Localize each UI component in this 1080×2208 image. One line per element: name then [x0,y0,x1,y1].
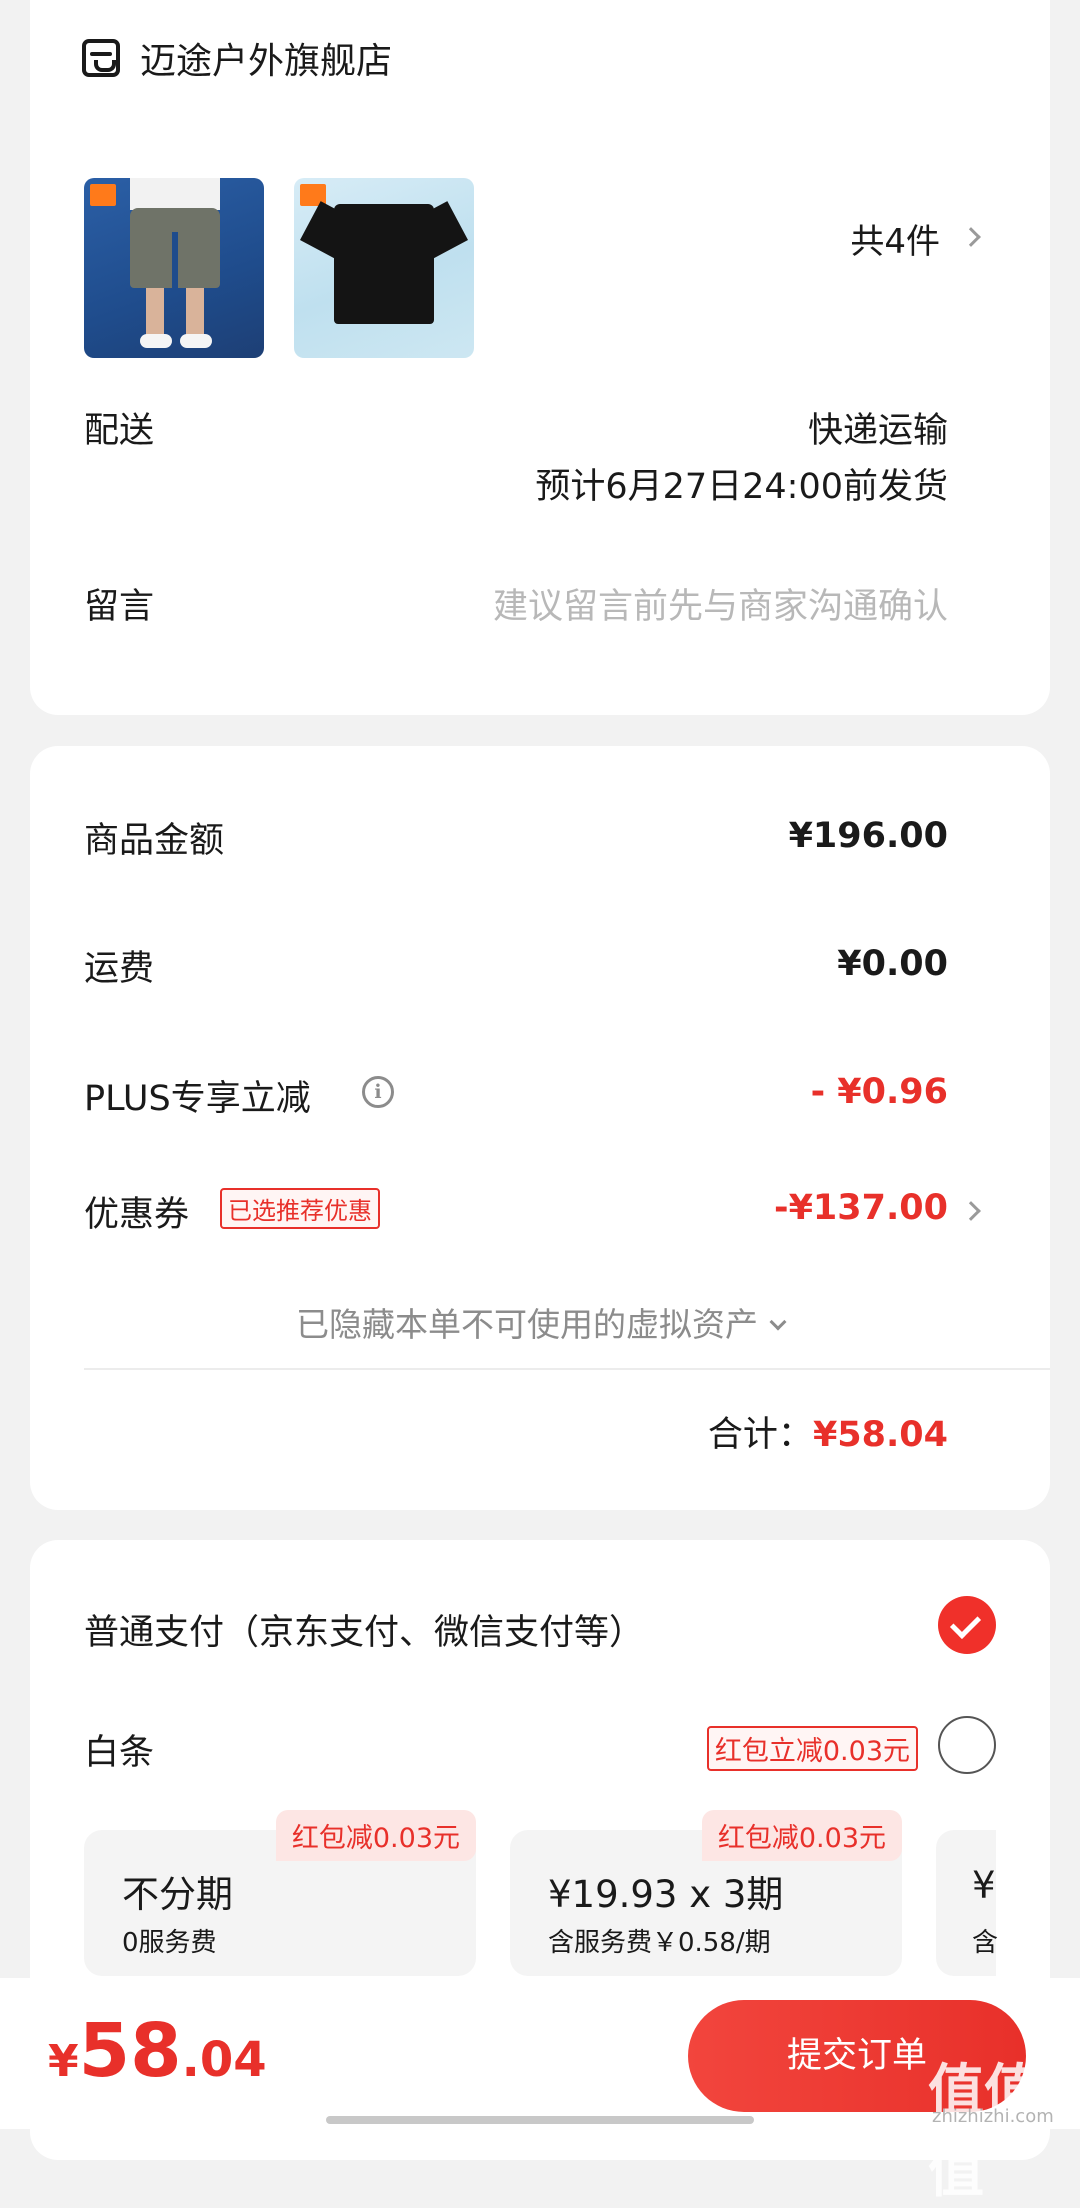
plus-discount-label: PLUS专享立减 [84,1079,311,1119]
brand-logo-icon [90,184,116,206]
bottom-bar: ¥58.04 提交订单 [0,1978,1080,2129]
coupon-value[interactable]: -¥137.00 [774,1188,948,1228]
product-thumbnail-shorts[interactable] [84,178,264,358]
plus-discount-value: - ¥0.96 [810,1072,948,1112]
home-indicator[interactable] [326,2116,754,2124]
delivery-label: 配送 [84,411,155,451]
shipping-label: 运费 [84,949,155,989]
shop-name: 迈途户外旗舰店 [140,41,393,82]
coupon-recommended-badge: 已选推荐优惠 [220,1188,380,1229]
installment-redpacket-badge: 红包减0.03元 [701,1810,902,1861]
installment-fee: 含服务费￥0.58/期 [548,1928,771,1958]
store-icon [82,39,120,77]
installment-title: ¥19.93 x 3期 [548,1873,784,1916]
product-thumbnail-tshirt[interactable] [294,178,474,358]
installment-redpacket-badge: 红包减0.03元 [275,1810,476,1861]
baitiao-payment-radio[interactable] [938,1716,996,1774]
installment-option-none[interactable]: 红包减0.03元 不分期 0服务费 [84,1810,476,1976]
amount-card: 商品金额 ¥196.00 运费 ¥0.00 PLUS专享立减 i - ¥0.96… [30,746,1050,1510]
price-symbol: ¥ [48,2036,79,2087]
message-input[interactable]: 建议留言前先与商家沟通确认 [493,578,948,629]
goods-amount-value: ¥196.00 [788,816,948,856]
product-count[interactable]: 共4件 [850,214,940,263]
price-integer: 58 [78,2008,182,2094]
delivery-eta: 预计6月27日24:00前发货 [535,467,948,507]
total-row: 合计：¥58.04 [708,1406,948,1457]
message-label: 留言 [84,587,155,627]
bottom-total-price: ¥58.04 [48,2008,267,2094]
shop-header[interactable]: 迈途户外旗舰店 [82,32,392,84]
installment-title: ¥ [972,1864,996,1907]
watermark-url: zhizhizhi.com [932,2106,1054,2127]
hidden-assets-toggle[interactable]: 已隐藏本单不可使用的虚拟资产 [30,1298,1050,1346]
installment-title: 不分期 [122,1873,233,1916]
chevron-down-icon [769,1313,787,1331]
installment-option-partial[interactable]: ¥ 含 [936,1830,999,1976]
installment-fee: 含 [972,1928,999,1958]
goods-amount-label: 商品金额 [84,821,225,861]
total-label: 合计： [707,1415,813,1455]
baitiao-redpacket-badge: 红包立减0.03元 [706,1726,918,1771]
coupon-label: 优惠券 [84,1195,190,1235]
shop-card: 迈途户外旗舰店 共4件 配送 快递运输 预计6月27日24:00前发货 留言 建… [30,0,1050,715]
normal-payment-label[interactable]: 普通支付（京东支付、微信支付等） [84,1604,644,1655]
chevron-right-icon[interactable] [961,1201,981,1221]
installment-fee: 0服务费 [122,1928,217,1958]
hidden-assets-text: 已隐藏本单不可使用的虚拟资产 [296,1305,758,1344]
total-value: ¥58.04 [812,1415,948,1455]
baitiao-label[interactable]: 白条 [84,1724,154,1775]
price-decimal: .04 [181,2032,267,2088]
installment-option-3[interactable]: 红包减0.03元 ¥19.93 x 3期 含服务费￥0.58/期 [510,1810,902,1976]
chevron-right-icon[interactable] [961,227,981,247]
normal-payment-radio-checked[interactable] [938,1596,996,1654]
info-icon[interactable]: i [362,1076,394,1108]
divider [84,1368,1050,1370]
shipping-value: ¥0.00 [837,944,948,984]
watermark-logo: 值值值 [928,2059,1040,2205]
delivery-method[interactable]: 快递运输 [808,402,948,453]
